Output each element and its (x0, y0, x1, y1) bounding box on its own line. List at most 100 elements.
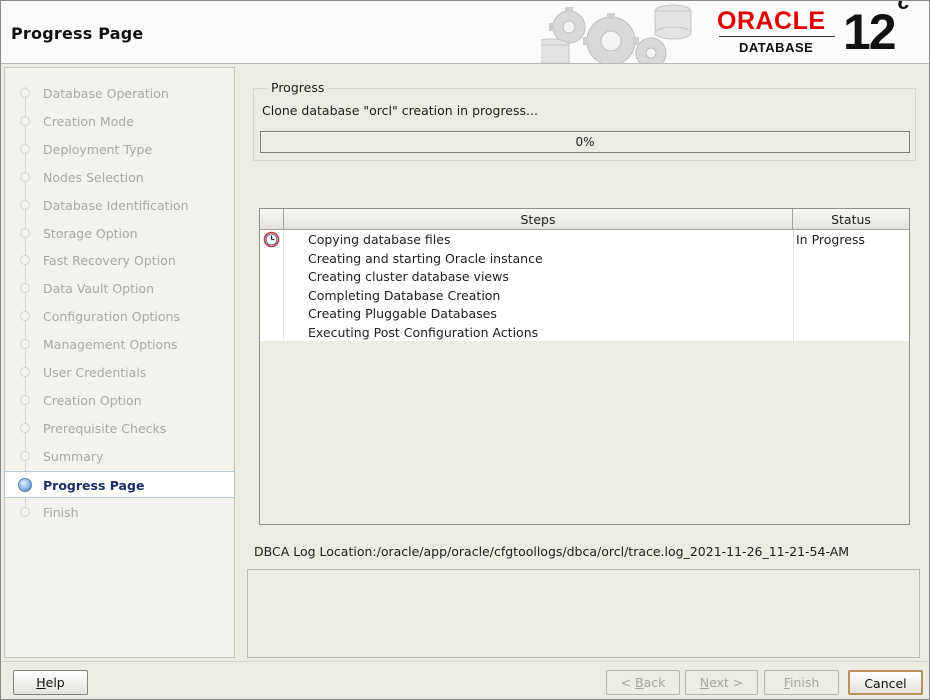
progress-group-title: Progress (267, 80, 329, 95)
step-name: Executing Post Configuration Actions (308, 325, 539, 340)
table-row[interactable]: Creating Pluggable Databases (260, 304, 909, 323)
database-logo-text: DATABASE (739, 40, 814, 55)
step-bullet-icon (20, 422, 30, 433)
step-bullet-icon (20, 283, 30, 294)
nav-item-label: Database Identification (43, 197, 189, 213)
row-icon-cell (260, 267, 284, 286)
nav-item-label: Configuration Options (43, 309, 180, 325)
nav-item-configuration-options[interactable]: Configuration Options (5, 303, 234, 330)
wizard-step-nav: Database Operation Creation Mode Deploymen… (4, 67, 235, 658)
step-bullet-icon (20, 199, 30, 210)
header-banner: Progress Page ORACLE DATABASE 12c (1, 1, 929, 64)
nav-item-summary[interactable]: Summary (5, 443, 234, 470)
progress-bar: 0% (260, 131, 910, 153)
nav-item-label: Database Operation (43, 86, 169, 101)
nav-item-label: Finish (43, 504, 79, 520)
nav-item-fast-recovery-option[interactable]: Fast Recovery Option (5, 247, 234, 274)
next-button-post: ext > (709, 675, 744, 690)
nav-item-database-operation[interactable]: Database Operation (5, 80, 234, 107)
step-status (793, 304, 909, 323)
back-button-mnemonic: B (635, 675, 644, 690)
nav-item-label: Storage Option (43, 225, 138, 241)
back-button-pre: < (620, 675, 636, 690)
clock-icon (263, 231, 280, 248)
page-title: Progress Page (11, 24, 144, 43)
nav-item-label: User Credentials (43, 365, 147, 380)
nav-item-finish[interactable]: Finish (5, 499, 234, 526)
step-status: In Progress (793, 230, 909, 249)
back-button[interactable]: < Back (606, 670, 680, 695)
step-status (793, 248, 909, 268)
progress-status-text: Clone database "orcl" creation in progre… (262, 103, 538, 118)
nav-item-prerequisite-checks[interactable]: Prerequisite Checks (5, 415, 234, 442)
nav-item-label: Summary (43, 448, 104, 464)
oracle-database-12c-logo: ORACLE DATABASE 12c (717, 1, 927, 60)
dbca-window: Progress Page ORACLE DATABASE 12c Databa… (0, 0, 930, 700)
back-button-post: ack (643, 675, 666, 690)
help-button[interactable]: Help (13, 670, 88, 695)
step-status (793, 323, 909, 342)
table-row[interactable]: Creating cluster database views (260, 267, 909, 286)
row-icon-cell (260, 323, 284, 342)
step-bullet-icon (20, 255, 30, 266)
nav-item-management-options[interactable]: Management Options (5, 331, 234, 358)
table-row[interactable]: Copying database files In Progress (260, 230, 909, 249)
finish-button-post: inish (789, 675, 820, 690)
gears-database-graphic (541, 4, 692, 63)
nav-item-creation-option[interactable]: Creation Option (5, 387, 234, 414)
dbca-log-location: DBCA Log Location:/oracle/app/oracle/cfg… (254, 544, 850, 559)
nav-item-label: Fast Recovery Option (43, 253, 176, 269)
row-icon-cell (260, 230, 284, 249)
nav-item-data-vault-option[interactable]: Data Vault Option (5, 275, 234, 302)
step-bullet-icon (20, 394, 30, 405)
step-bullet-icon (20, 367, 30, 377)
step-bullet-icon (20, 450, 30, 461)
finish-button[interactable]: Finish (764, 670, 839, 695)
nav-item-progress-page[interactable]: Progress Page (5, 470, 234, 498)
step-name: Copying database files (308, 232, 451, 247)
nav-item-nodes-selection[interactable]: Nodes Selection (5, 164, 234, 191)
table-header-steps[interactable]: Steps (284, 209, 793, 230)
nav-item-label: Prerequisite Checks (43, 420, 167, 436)
version-logo: 12c (843, 1, 910, 61)
steps-table: Steps Status Copying database files In Pr… (259, 208, 910, 525)
row-icon-cell (260, 304, 284, 323)
table-row[interactable]: Creating and starting Oracle instance (260, 248, 909, 268)
help-button-mnemonic: H (36, 675, 46, 690)
table-header-status[interactable]: Status (793, 209, 909, 230)
next-button-mnemonic: N (699, 675, 710, 690)
table-row[interactable]: Completing Database Creation (260, 285, 909, 305)
help-button-post: elp (45, 675, 65, 690)
cancel-button[interactable]: Cancel (848, 670, 923, 695)
nav-item-user-credentials[interactable]: User Credentials (5, 359, 234, 386)
step-bullet-icon (20, 227, 30, 238)
step-name: Creating and starting Oracle instance (308, 250, 543, 266)
oracle-logo-text: ORACLE (717, 7, 826, 35)
step-bullet-icon (20, 506, 30, 517)
version-number: 12 (843, 4, 897, 60)
step-bullet-icon (20, 143, 30, 154)
log-details-area[interactable] (247, 569, 920, 658)
step-status (793, 285, 909, 305)
step-bullet-icon (20, 311, 30, 322)
nav-item-deployment-type[interactable]: Deployment Type (5, 136, 234, 163)
nav-item-label: Management Options (43, 337, 178, 353)
next-button[interactable]: Next > (685, 670, 758, 695)
nav-item-label: Deployment Type (43, 141, 153, 157)
step-name: Creating cluster database views (308, 269, 509, 285)
step-bullet-icon (20, 88, 30, 98)
nav-item-database-identification[interactable]: Database Identification (5, 192, 234, 219)
step-status (793, 267, 909, 286)
nav-item-creation-mode[interactable]: Creation Mode (5, 108, 234, 135)
table-row[interactable]: Executing Post Configuration Actions (260, 323, 909, 342)
version-suffix: c (897, 1, 910, 15)
step-name: Creating Pluggable Databases (308, 306, 497, 322)
nav-item-storage-option[interactable]: Storage Option (5, 220, 234, 247)
logo-divider (719, 36, 835, 37)
table-header-icon-column[interactable] (260, 209, 284, 230)
steps-table-body: Copying database files In Progress Creatin… (260, 230, 909, 342)
step-bullet-icon (20, 171, 30, 182)
row-icon-cell (260, 248, 284, 268)
nav-item-label: Data Vault Option (43, 281, 155, 297)
nav-item-label: Creation Mode (43, 113, 134, 129)
